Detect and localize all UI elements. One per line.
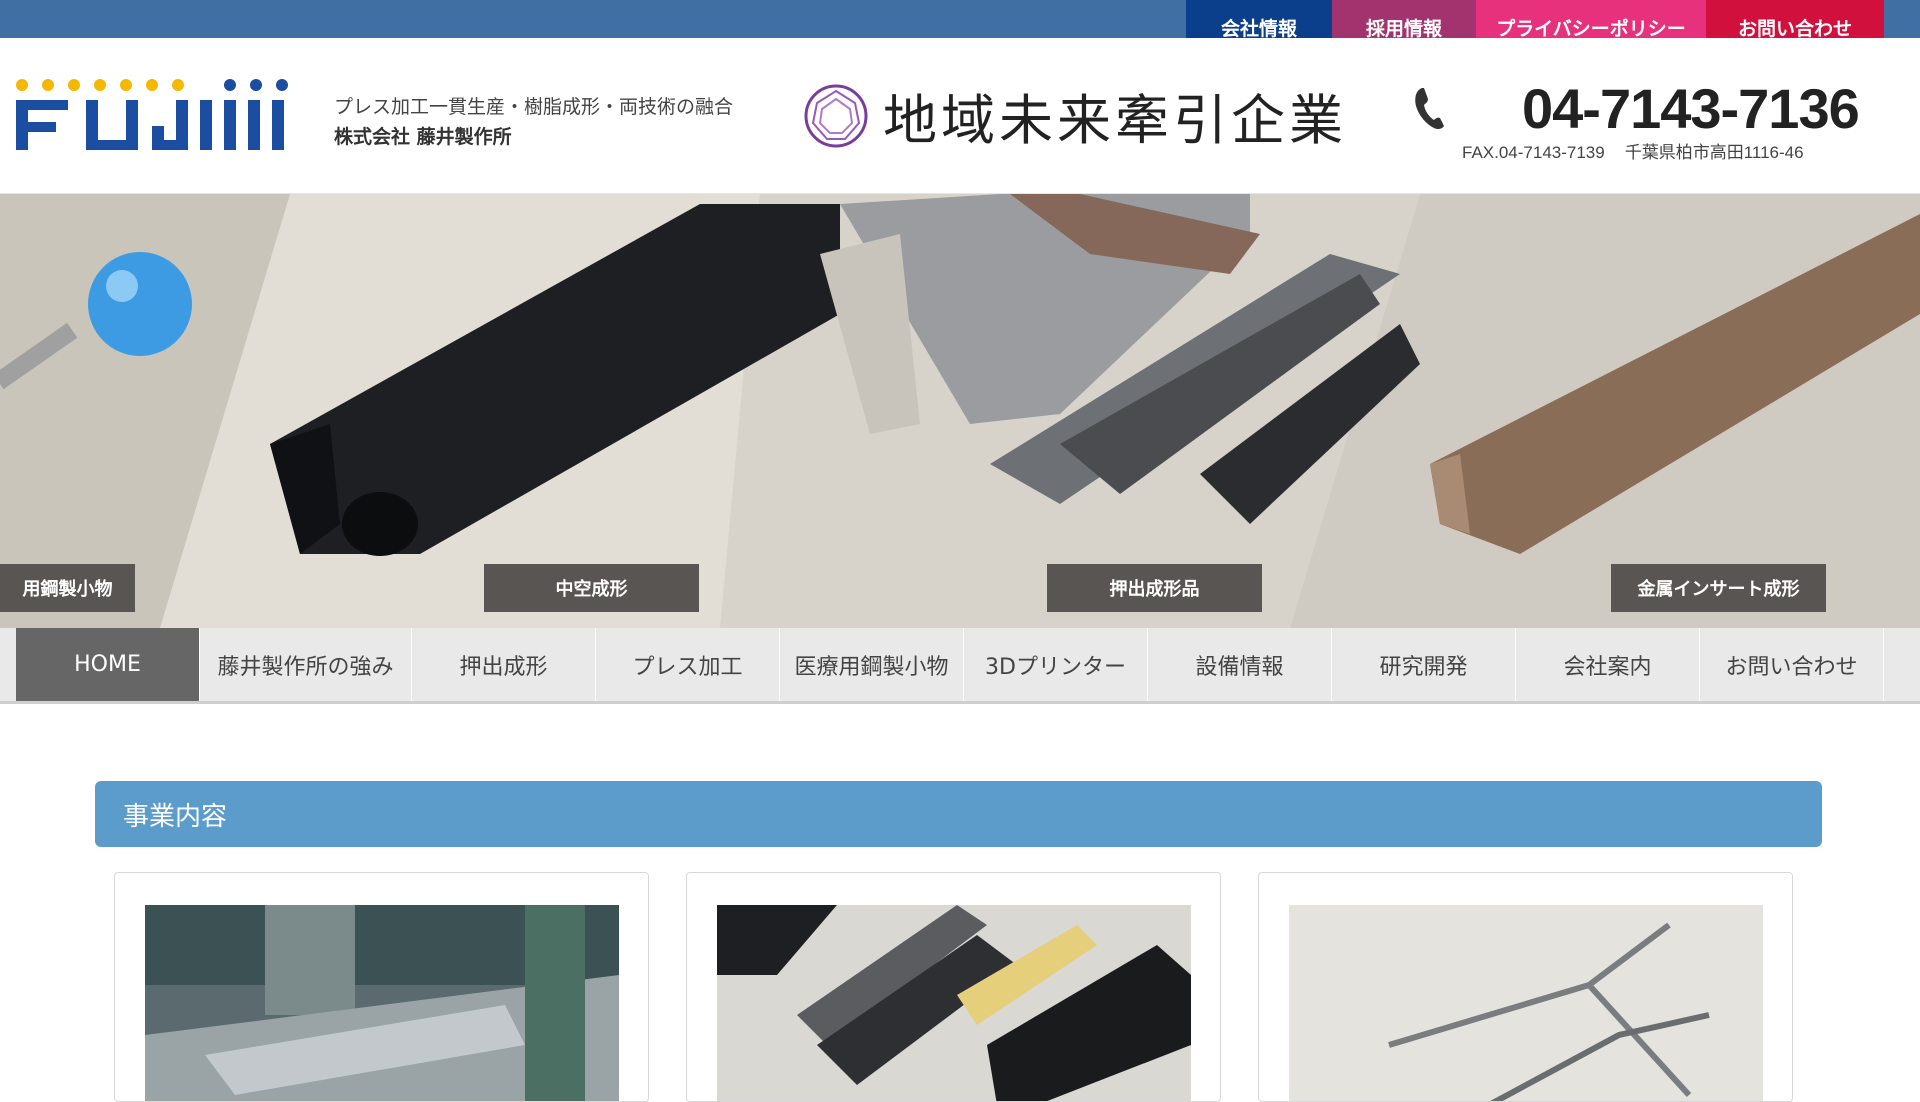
nav-3d-printer[interactable]: 3Dプリンター: [964, 628, 1148, 701]
regional-badge: 地域未来牽引企業: [803, 76, 1347, 155]
fax-number: FAX.04-7143-7139: [1462, 143, 1605, 162]
nav-extrusion[interactable]: 押出成形: [412, 628, 596, 701]
hero-label-insert[interactable]: 金属インサート成形: [1611, 564, 1826, 612]
nav-strengths[interactable]: 藤井製作所の強み: [200, 628, 412, 701]
card-image: [1289, 905, 1763, 1101]
badge-text: 地域未来牽引企業: [883, 89, 1347, 152]
card-image: [717, 905, 1191, 1101]
hero-label-medical[interactable]: 用鋼製小物: [0, 564, 135, 612]
card-image: [145, 905, 619, 1101]
nav-contact[interactable]: お問い合わせ: [1700, 628, 1884, 701]
fax-address: FAX.04-7143-7139 千葉県柏市高田1116-46: [1462, 138, 1804, 163]
main-nav: HOME 藤井製作所の強み 押出成形 プレス加工 医療用鋼製小物 3Dプリンター…: [0, 628, 1920, 704]
fujii-logo[interactable]: [16, 76, 288, 156]
site-header: プレス加工一貫生産・樹脂成形・両技術の融合 株式会社 藤井製作所 地域未来牽引企…: [0, 38, 1920, 194]
diamond-ring-icon: [804, 84, 868, 147]
section-title: 事業内容: [95, 781, 1822, 847]
hero-label-hollow[interactable]: 中空成形: [484, 564, 699, 612]
tagline: プレス加工一貫生産・樹脂成形・両技術の融合: [334, 96, 734, 118]
hero-label-extrusion[interactable]: 押出成形品: [1047, 564, 1262, 612]
nav-medical[interactable]: 医療用鋼製小物: [780, 628, 964, 701]
phone-icon: [1415, 88, 1444, 130]
hero-image: [0, 194, 1920, 628]
nav-press[interactable]: プレス加工: [596, 628, 780, 701]
nav-equipment[interactable]: 設備情報: [1148, 628, 1332, 701]
phone-number[interactable]: 04-7143-7136: [1522, 76, 1860, 141]
address: 千葉県柏市高田1116-46: [1624, 143, 1804, 162]
business-card-extrusion[interactable]: [686, 872, 1221, 1102]
business-card-medical[interactable]: [1258, 872, 1793, 1102]
nav-company[interactable]: 会社案内: [1516, 628, 1700, 701]
company-name: 株式会社 藤井製作所: [334, 126, 512, 148]
nav-home[interactable]: HOME: [16, 628, 200, 701]
nav-research[interactable]: 研究開発: [1332, 628, 1516, 701]
hero-banner: 用鋼製小物 中空成形 押出成形品 金属インサート成形: [0, 194, 1920, 628]
business-card-press[interactable]: [114, 872, 649, 1102]
